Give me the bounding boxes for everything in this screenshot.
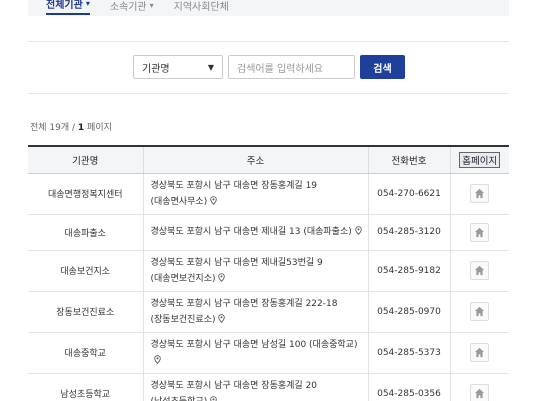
address-note: (대송면사무소) xyxy=(150,196,208,207)
institution-name: 장동보건진료소 xyxy=(28,291,143,333)
table-row: 대송파출소 경상북도 포항시 남구 대송면 제내길 13 (대송파출소) 054-2… xyxy=(28,214,509,251)
homepage-cell xyxy=(449,332,509,374)
map-pin-icon[interactable] xyxy=(210,195,217,205)
address-line: 경상북도 포항시 남구 대송면 제내길53번길 9 xyxy=(150,257,323,268)
tab-label: 전체기관 xyxy=(46,0,83,11)
chevron-down-icon: ▼ xyxy=(207,62,214,72)
home-icon[interactable] xyxy=(470,261,490,280)
header-name: 기관명 xyxy=(28,145,143,174)
home-icon[interactable] xyxy=(470,184,490,203)
map-pin-icon[interactable] xyxy=(218,272,226,282)
homepage-cell xyxy=(449,250,509,292)
institution-name: 대송중학교 xyxy=(28,332,143,374)
count-suffix: 페이지 xyxy=(84,123,112,133)
table-row: 장동보건진료소 경상북도 포항시 남구 대송면 장동홍계길 222-18 (장동보건… xyxy=(28,291,509,333)
search-input[interactable]: 검색어를 입력하세요 xyxy=(228,55,355,79)
address-note: (대송면보건지소) xyxy=(150,273,216,284)
tab-label: 지역사회단체 xyxy=(173,2,229,13)
homepage-cell xyxy=(449,373,509,401)
homepage-cell xyxy=(449,173,509,215)
address-line: 경상북도 포항시 남구 대송면 장동홍계길 222-18 xyxy=(150,298,338,309)
header-homepage-label: 홈페이지 xyxy=(459,151,501,168)
institution-name: 대송보건지소 xyxy=(28,250,143,292)
institution-tel: 054-285-5373 xyxy=(367,332,450,374)
table-row: 대송면행정복지센터 경상북도 포항시 남구 대송면 장동홍계길 19 (대송면사무소… xyxy=(28,173,509,215)
search-placeholder: 검색어를 입력하세요 xyxy=(237,63,323,75)
institution-tel: 054-285-3120 xyxy=(367,214,450,251)
institution-tel: 054-285-0356 xyxy=(367,373,450,401)
count-prefix: 전체 19개 / xyxy=(30,123,78,133)
address-line: 경상북도 포항시 남구 대송면 제내길 13 (대송파출소) xyxy=(150,227,352,237)
chevron-down-icon: ▾ xyxy=(149,1,154,10)
institution-address: 경상북도 포항시 남구 대송면 장동홍계길 19 (대송면사무소) xyxy=(142,173,368,215)
chevron-down-icon: ▾ xyxy=(85,0,90,8)
institution-name: 남성초등학교 xyxy=(28,373,143,401)
institution-name: 대송파출소 xyxy=(28,214,143,251)
result-count: 전체 19개 / 1 페이지 xyxy=(30,120,112,133)
tab-all-institutions[interactable]: 전체기관 ▾ xyxy=(46,0,90,15)
address-line: 경상북도 포항시 남구 대송면 장동홍계길 19 xyxy=(150,180,318,191)
tab-community[interactable]: 지역사회단체 xyxy=(174,0,229,15)
table-header-row: 기관명 주소 전화번호 홈페이지 xyxy=(28,145,509,174)
institution-address: 경상북도 포항시 남구 대송면 장동홍계길 20 (남성초등학교) xyxy=(142,373,368,401)
address-note: (장동보건진료소) xyxy=(150,314,216,325)
institution-address: 경상북도 포항시 남구 대송면 제내길 13 (대송파출소) xyxy=(142,214,368,251)
institution-address: 경상북도 포항시 남구 대송면 제내길53번길 9 (대송면보건지소) xyxy=(142,250,368,292)
search-button[interactable]: 검색 xyxy=(360,55,405,79)
table-row: 대송중학교 경상북도 포항시 남구 대송면 남성길 100 (대송중학교) 054-… xyxy=(28,332,509,374)
address-note: (남성초등학교) xyxy=(151,397,208,401)
address-line: 경상북도 포항시 남구 대송면 남성길 100 (대송중학교) xyxy=(150,339,358,350)
map-pin-icon[interactable] xyxy=(355,225,362,235)
divider xyxy=(28,93,509,94)
tab-affiliated[interactable]: 소속기관 ▾ xyxy=(110,0,154,15)
header-address: 주소 xyxy=(142,145,368,174)
tab-label: 소속기관 xyxy=(109,2,147,13)
home-icon[interactable] xyxy=(470,222,490,242)
homepage-cell xyxy=(449,214,509,251)
institution-tel: 054-270-6621 xyxy=(367,173,450,215)
institution-table: 기관명 주소 전화번호 홈페이지 대송면행정복지센터 경상북도 포항시 남구 대송… xyxy=(28,145,509,401)
home-icon[interactable] xyxy=(470,384,490,401)
top-tab-bar: 전체기관 ▾ 소속기관 ▾ 지역사회단체 xyxy=(28,0,509,16)
header-tel: 전화번호 xyxy=(367,145,450,174)
search-bar: 기관명 ▼ 검색어를 입력하세요 검색 xyxy=(133,55,405,79)
institution-tel: 054-285-0970 xyxy=(367,291,450,333)
address-line: 경상북도 포항시 남구 대송면 장동홍계길 20 xyxy=(150,380,318,391)
search-field-select[interactable]: 기관명 ▼ xyxy=(133,55,223,79)
institution-name: 대송면행정복지센터 xyxy=(28,173,143,215)
map-pin-icon[interactable] xyxy=(218,313,226,323)
homepage-cell xyxy=(449,291,509,333)
select-value: 기관명 xyxy=(142,63,170,75)
home-icon[interactable] xyxy=(470,343,490,362)
institution-address: 경상북도 포항시 남구 대송면 장동홍계길 222-18 (장동보건진료소) xyxy=(142,291,368,333)
map-pin-icon[interactable] xyxy=(210,395,217,401)
table-row: 대송보건지소 경상북도 포항시 남구 대송면 제내길53번길 9 (대송면보건지소)… xyxy=(28,250,509,292)
divider xyxy=(28,41,509,42)
home-icon[interactable] xyxy=(470,302,490,321)
institution-address: 경상북도 포항시 남구 대송면 남성길 100 (대송중학교) xyxy=(142,332,368,374)
institution-tel: 054-285-9182 xyxy=(367,250,450,292)
table-row: 남성초등학교 경상북도 포항시 남구 대송면 장동홍계길 20 (남성초등학교) 05… xyxy=(28,373,509,401)
header-homepage: 홈페이지 xyxy=(449,145,509,174)
map-pin-icon[interactable] xyxy=(153,354,161,364)
